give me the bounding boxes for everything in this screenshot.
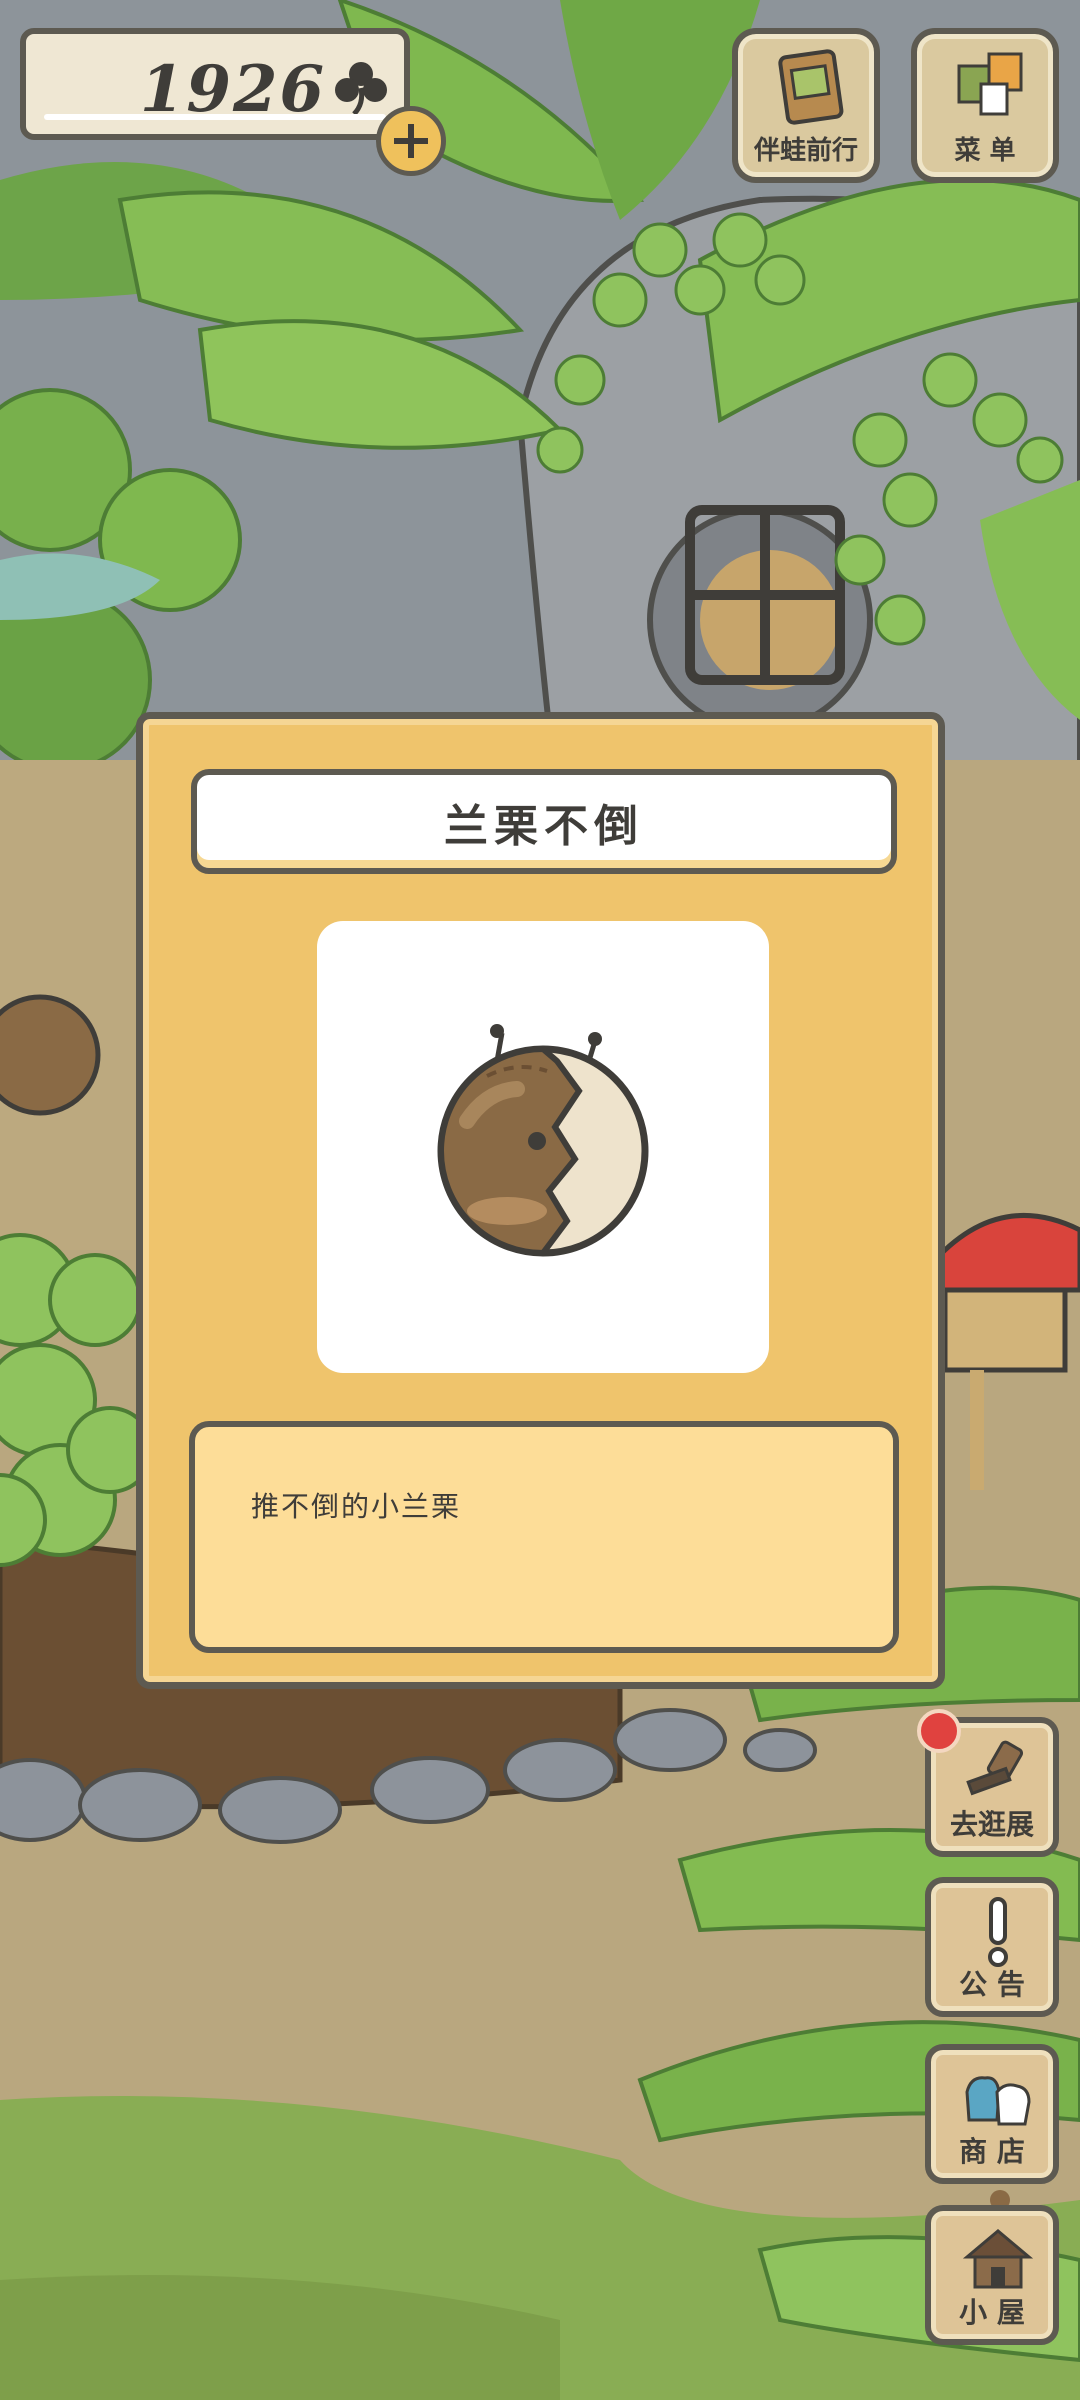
clover-counter: 1926 xyxy=(20,28,410,140)
travel-button-label: 伴蛙前行 xyxy=(753,136,858,166)
map-book-icon xyxy=(778,49,844,125)
visit-exhibition-label: 去逛展 xyxy=(949,1808,1034,1841)
visit-exhibition-button[interactable]: 去逛展 xyxy=(917,1709,1059,1857)
item-description-box: 推不倒的小兰栗 xyxy=(189,1421,899,1653)
cards-icon xyxy=(957,52,1023,116)
shop-label: 商 店 xyxy=(959,2135,1025,2168)
menu-button-label: 菜 单 xyxy=(954,136,1016,166)
item-title: 兰栗不倒 xyxy=(444,800,644,852)
notification-dot xyxy=(917,1709,961,1753)
chestnut-tumbler-icon xyxy=(437,1024,649,1257)
house-button[interactable]: 小 屋 xyxy=(925,2205,1059,2345)
add-clover-button[interactable] xyxy=(376,106,446,176)
exclamation-icon xyxy=(988,1897,1008,1967)
item-title-bar: 兰栗不倒 xyxy=(191,769,897,874)
menu-button[interactable]: 菜 单 xyxy=(911,28,1059,183)
clover-icon xyxy=(335,62,387,116)
shop-button[interactable]: 商 店 xyxy=(925,2044,1059,2184)
house-icon xyxy=(962,2229,1034,2289)
item-description: 推不倒的小兰栗 xyxy=(251,1490,462,1523)
item-detail-card[interactable]: 兰栗不倒 推不倒的小兰栗 xyxy=(136,712,945,1689)
notice-label: 公 告 xyxy=(959,1968,1025,2001)
item-image-frame xyxy=(317,921,769,1373)
travel-with-frog-button[interactable]: 伴蛙前行 xyxy=(732,28,880,183)
bags-icon xyxy=(965,2076,1031,2126)
notice-button[interactable]: 公 告 xyxy=(925,1877,1059,2017)
house-label: 小 屋 xyxy=(959,2296,1025,2329)
counter-underline xyxy=(44,114,386,120)
hammer-icon xyxy=(966,1740,1024,1796)
